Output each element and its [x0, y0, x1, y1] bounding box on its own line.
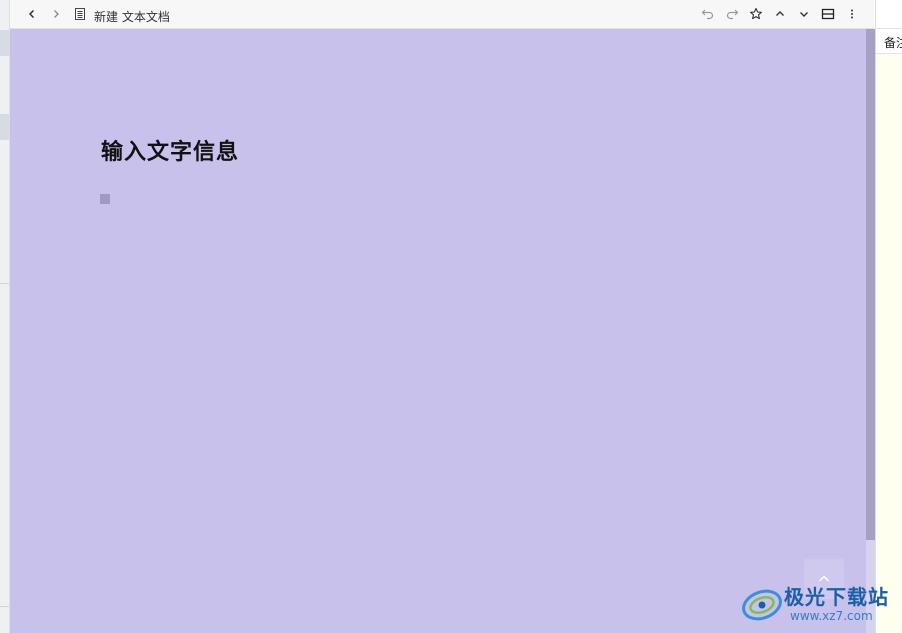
undo-icon [701, 9, 714, 20]
left-sidebar-strip [0, 0, 10, 633]
notes-panel: 备注 [875, 0, 902, 633]
block-handle[interactable] [100, 194, 110, 204]
star-icon [750, 7, 762, 20]
document-heading[interactable]: 输入文字信息 [101, 134, 239, 166]
document-editor[interactable]: 输入文字信息 [10, 29, 866, 633]
redo-icon [726, 9, 739, 20]
back-button[interactable] [23, 5, 41, 23]
chevron-left-icon [28, 9, 35, 19]
sidebar-highlight[interactable] [0, 30, 9, 56]
previous-match-button[interactable] [771, 5, 789, 23]
more-options-button[interactable] [843, 5, 861, 23]
next-match-button[interactable] [795, 5, 813, 23]
favorite-button[interactable] [747, 5, 765, 23]
sidebar-divider [0, 606, 9, 607]
layout-toggle-button[interactable] [819, 5, 837, 23]
forward-button[interactable] [47, 5, 65, 23]
vertical-scrollbar[interactable] [866, 29, 875, 633]
notes-panel-header [876, 0, 902, 29]
site-watermark: 极光下载站 www.xz7.com [740, 578, 900, 628]
document-icon [75, 8, 85, 20]
chevron-right-icon [54, 10, 59, 18]
document-title[interactable]: 新建 文本文档 [94, 8, 170, 25]
swirl-logo-icon [742, 589, 782, 621]
watermark-site-name: 极光下载站 [784, 585, 889, 609]
chevron-down-icon [800, 12, 808, 17]
more-vertical-icon [851, 9, 853, 19]
watermark-site-url: www.xz7.com [790, 609, 873, 623]
undo-button[interactable] [699, 5, 717, 23]
redo-button[interactable] [723, 5, 741, 23]
document-toolbar: 新建 文本文档 [10, 0, 874, 29]
split-layout-icon [821, 8, 835, 20]
scrollbar-thumb[interactable] [866, 29, 875, 540]
chevron-up-icon [776, 11, 784, 16]
notes-tab[interactable]: 备注 [876, 29, 902, 54]
document-type-button [71, 5, 89, 23]
sidebar-highlight-selected[interactable] [0, 114, 9, 140]
sidebar-divider [0, 283, 9, 284]
